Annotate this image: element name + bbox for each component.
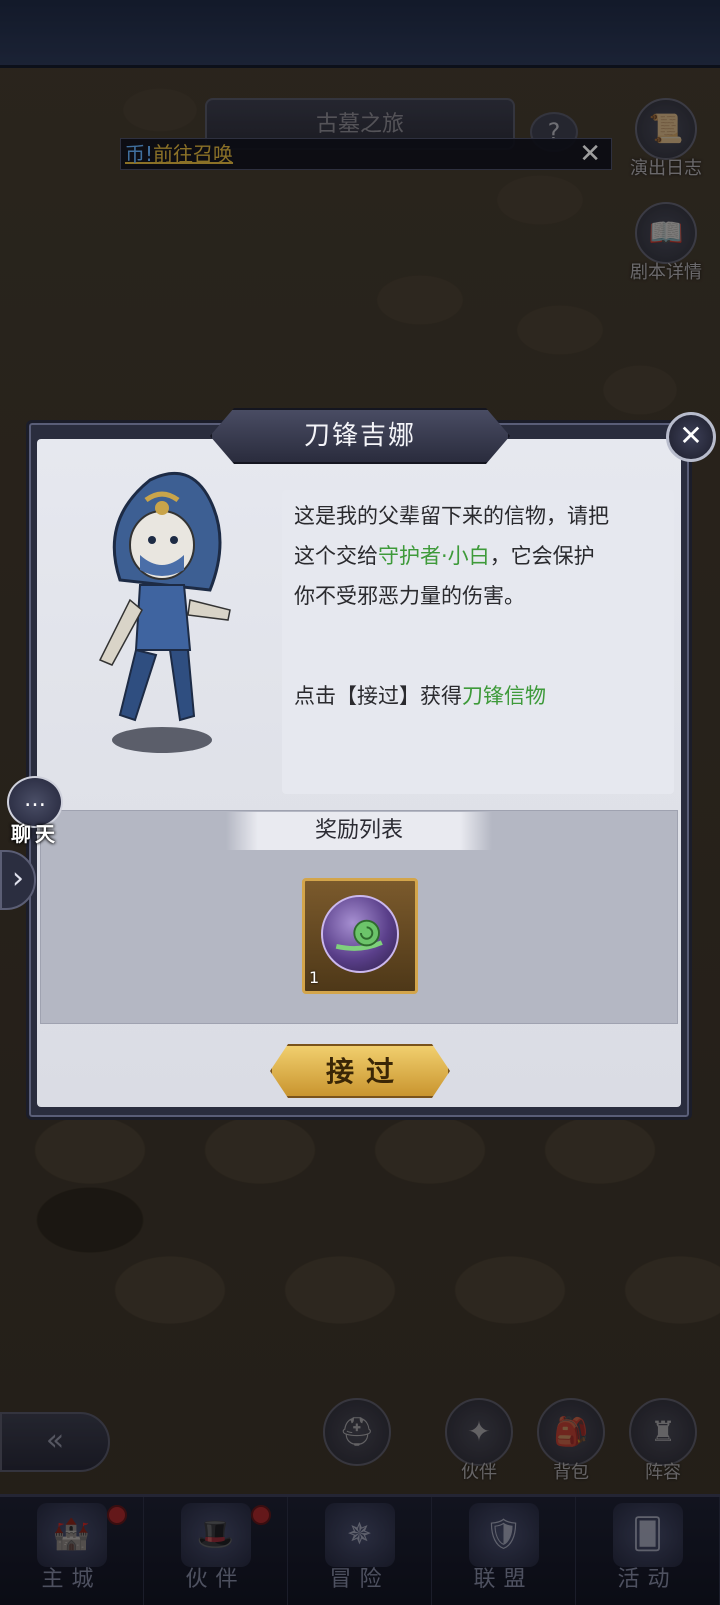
character-portrait xyxy=(98,471,231,753)
reward-item-slot[interactable]: 1 xyxy=(302,878,418,994)
chat-label: 聊天 xyxy=(11,822,59,846)
snail-orb-icon xyxy=(321,895,399,973)
speech-line-3: 你不受邪恶力量的伤害。 xyxy=(294,584,525,608)
dialog-close-icon[interactable]: ✕ xyxy=(666,412,716,462)
accept-button[interactable]: 接过 xyxy=(270,1044,450,1098)
hint-text: 点击【接过】获得 xyxy=(294,684,462,708)
guardian-name-highlight: 守护者·小白 xyxy=(378,544,490,568)
speech-hint: 点击【接过】获得刀锋信物 xyxy=(294,676,666,716)
reward-list-title: 奖励列表 xyxy=(314,818,403,843)
item-name-highlight: 刀锋信物 xyxy=(462,684,546,708)
speech-text: ，它会保护 xyxy=(489,544,595,568)
chat-button[interactable]: … 聊天 xyxy=(4,776,66,847)
reward-count: 1 xyxy=(309,968,320,987)
speech-text: 这个交给 xyxy=(294,544,378,568)
dialog-title: 刀锋吉娜 xyxy=(303,421,416,451)
speech-line-2: 这个交给守护者·小白，它会保护 xyxy=(294,536,666,576)
speech-line-1: 这是我的父辈留下来的信物，请把 xyxy=(294,504,609,528)
speech-box: 这是我的父辈留下来的信物，请把 这个交给守护者·小白，它会保护 你不受邪恶力量的… xyxy=(282,490,674,794)
